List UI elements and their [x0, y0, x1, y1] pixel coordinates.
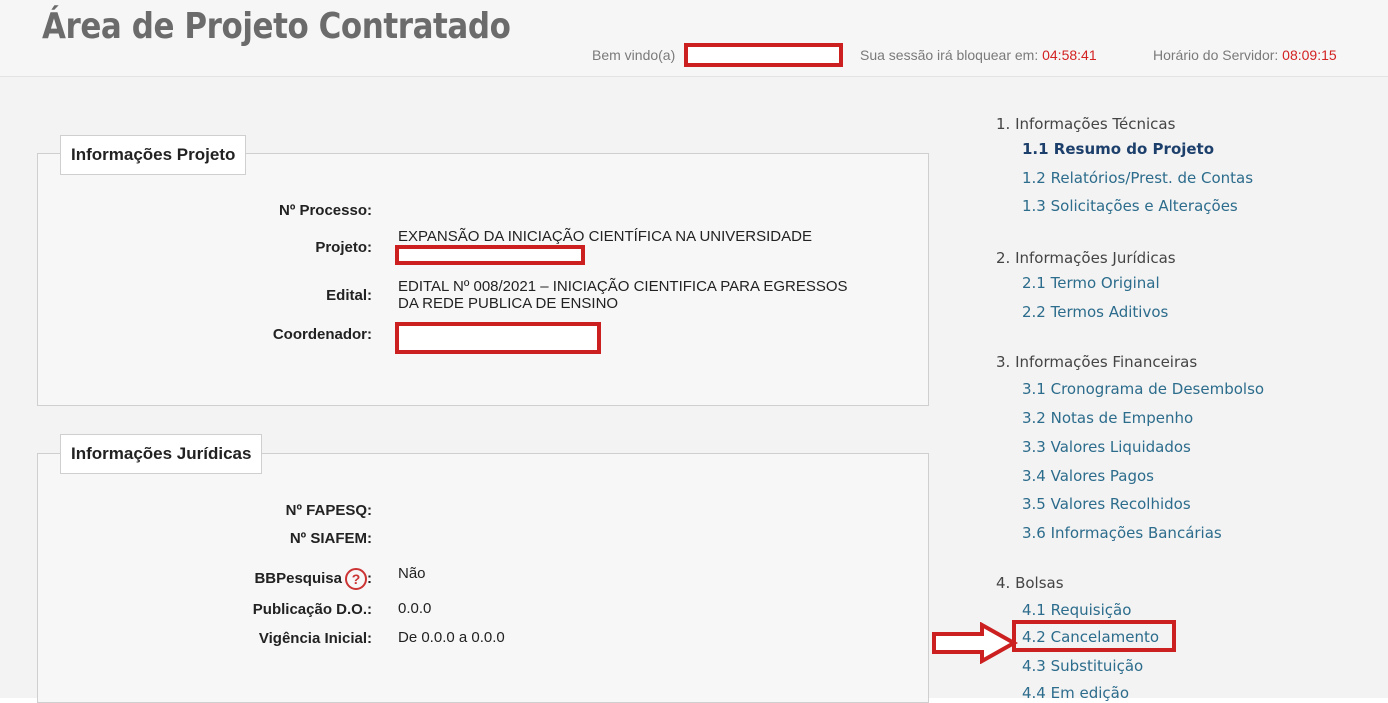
sidebar-item-valores-recolhidos[interactable]: 3.5 Valores Recolhidos: [1022, 495, 1191, 513]
edital-label: Edital:: [326, 287, 372, 304]
bbpesquisa-label: BBPesquisa: [254, 569, 342, 587]
fapesq-label: Nº FAPESQ:: [285, 502, 372, 519]
session-timer: Sua sessão irá bloquear em: 04:58:41: [860, 47, 1097, 63]
session-time: 04:58:41: [1042, 47, 1097, 63]
sidebar-section-bolsas: 4. Bolsas: [996, 574, 1064, 592]
coordenador-label: Coordenador:: [272, 326, 372, 343]
vigencia-value: De 0.0.0 a 0.0.0: [398, 629, 505, 646]
sidebar-section-juridicas: 2. Informações Jurídicas: [996, 249, 1176, 267]
sidebar-item-info-bancarias[interactable]: 3.6 Informações Bancárias: [1022, 524, 1222, 542]
redacted-coordenador: [395, 322, 601, 354]
vigencia-label: Vigência Inicial:: [258, 630, 372, 647]
cancelamento-highlight: [1012, 620, 1176, 652]
projeto-label: Projeto:: [315, 239, 372, 256]
sidebar-item-cronograma[interactable]: 3.1 Cronograma de Desembolso: [1022, 380, 1264, 398]
help-icon[interactable]: ?: [345, 568, 367, 590]
server-clock: Horário do Servidor: 08:09:15: [1153, 47, 1337, 63]
bbpesquisa-value: Não: [398, 565, 426, 582]
sidebar-item-termo-original[interactable]: 2.1 Termo Original: [1022, 274, 1160, 292]
session-label: Sua sessão irá bloquear em:: [860, 47, 1039, 63]
sidebar-section-financeiras: 3. Informações Financeiras: [996, 353, 1198, 371]
siafem-label: Nº SIAFEM:: [289, 530, 372, 547]
welcome-label: Bem vindo(a): [592, 47, 676, 63]
sidebar-item-requisicao[interactable]: 4.1 Requisição: [1022, 601, 1131, 619]
sidebar-item-valores-pagos[interactable]: 3.4 Valores Pagos: [1022, 467, 1154, 485]
edital-value-line1: EDITAL Nº 008/2021 – INICIAÇÃO CIENTIFIC…: [398, 278, 848, 295]
projeto-value: EXPANSÃO DA INICIAÇÃO CIENTÍFICA NA UNIV…: [398, 228, 812, 245]
redacted-username: [684, 43, 843, 67]
project-info-legend: Informações Projeto: [60, 135, 247, 175]
edital-value-line2: DA REDE PUBLICA DE ENSINO: [398, 295, 619, 312]
arrow-right-icon: [932, 622, 1018, 664]
server-time: 08:09:15: [1282, 47, 1337, 63]
publicacao-value: 0.0.0: [398, 600, 432, 617]
processo-label: Nº Processo:: [278, 202, 372, 219]
sidebar-item-solicitacoes[interactable]: 1.3 Solicitações e Alterações: [1022, 197, 1238, 215]
server-label: Horário do Servidor:: [1153, 47, 1279, 63]
legal-info-panel: [37, 453, 929, 703]
sidebar-item-substituicao[interactable]: 4.3 Substituição: [1022, 657, 1143, 675]
app-title: Área de Projeto Contratado: [42, 6, 511, 47]
sidebar-item-resumo-projeto[interactable]: 1.1 Resumo do Projeto: [1022, 140, 1214, 158]
sidebar-item-termos-aditivos[interactable]: 2.2 Termos Aditivos: [1022, 303, 1168, 321]
sidebar-item-em-edicao[interactable]: 4.4 Em edição: [1022, 684, 1129, 702]
redacted-projeto-detail: [395, 245, 585, 265]
sidebar-section-tecnicas: 1. Informações Técnicas: [996, 115, 1176, 133]
bbpesquisa-label-group: BBPesquisa?:: [172, 568, 372, 590]
sidebar-item-notas-empenho[interactable]: 3.2 Notas de Empenho: [1022, 409, 1193, 427]
sidebar-item-valores-liquidados[interactable]: 3.3 Valores Liquidados: [1022, 438, 1191, 456]
page-header: Área de Projeto Contratado Bem vindo(a) …: [0, 0, 1388, 77]
legal-info-legend: Informações Jurídicas: [60, 434, 263, 474]
publicacao-label: Publicação D.O.:: [252, 601, 372, 618]
sidebar-item-relatorios[interactable]: 1.2 Relatórios/Prest. de Contas: [1022, 169, 1253, 187]
bbpesquisa-colon: :: [367, 569, 372, 587]
